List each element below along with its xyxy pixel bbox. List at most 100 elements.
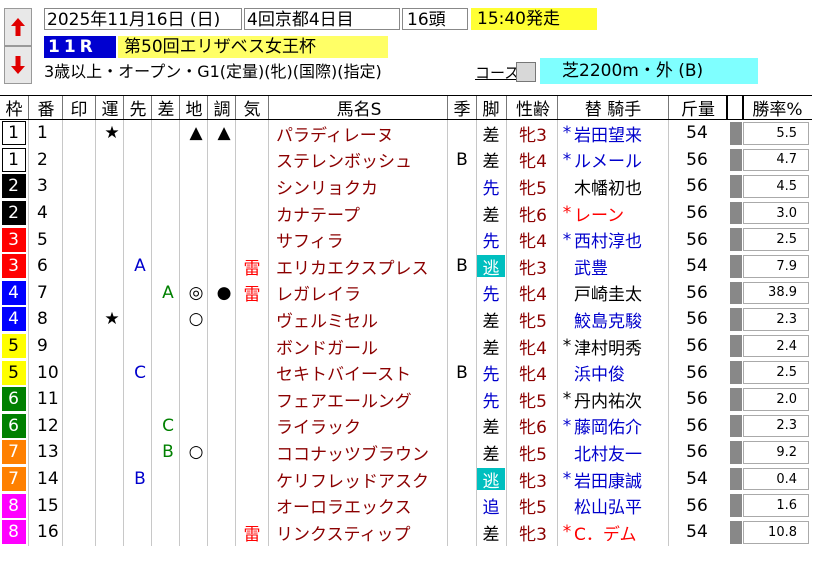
win-rate-bar [730, 201, 742, 225]
table-row[interactable]: 4 8 ★ ○ ヴェルミセル差牝5 鮫島克駿 56 2.3 [0, 306, 812, 333]
column-divider [268, 385, 269, 413]
horse-name[interactable]: パラディレーヌ [270, 120, 470, 147]
table-row[interactable]: 5 9 ボンドガール差牝4 * 津村明秀 56 2.4 [0, 332, 812, 360]
jockey-name[interactable]: 岩田康誠 [574, 467, 642, 492]
jockey-name[interactable]: ルメール [574, 147, 642, 172]
column-divider [207, 96, 208, 119]
column-divider [447, 120, 448, 147]
column-divider [476, 465, 477, 493]
horse-name[interactable]: シンリョクカ [270, 173, 470, 200]
horse-name[interactable]: ケリフレッドアスク [270, 466, 470, 493]
column-divider [179, 120, 180, 147]
jockey-name[interactable]: 鮫島克駿 [574, 307, 642, 332]
horse-name[interactable]: フェアエールング [270, 386, 470, 413]
mark-ki [236, 466, 268, 493]
race-name: 第50回エリザベス女王杯 [118, 36, 388, 58]
column-divider [28, 306, 29, 333]
table-row[interactable]: 4 7 A ◎ ● 雷レガレイラ先牝4 戸崎圭太 56 38.9 [0, 279, 812, 307]
jockey-name[interactable]: 西村淳也 [574, 227, 642, 252]
table-row[interactable]: 8 16 雷リンクスティップ差牝3 * C．デム 54 10.8 [0, 518, 812, 546]
table-row[interactable]: 7 14 B ケリフレッドアスク逃牝3 * 岩田康誠 54 0.4 [0, 465, 812, 493]
horse-name[interactable]: エリカエクスプレス [270, 253, 470, 280]
jockey-name[interactable]: 武豊 [574, 254, 608, 279]
column-divider [668, 465, 669, 493]
column-divider [151, 359, 152, 386]
table-row[interactable]: 7 13 B ○ ココナッツブラウン差牝5 北村友一 56 9.2 [0, 439, 812, 466]
column-divider [268, 439, 269, 466]
entry-table: 枠番印運先差地調気馬名S 季脚性齢替 騎手 斤量 勝率% 1 1 ★ ▲ ▲ パラディレーヌ差牝… [0, 95, 812, 546]
jockey-name[interactable]: 戸崎圭太 [574, 280, 642, 305]
column-divider [95, 146, 96, 174]
jockey-change-mark: * [562, 203, 572, 224]
next-race-button[interactable] [4, 46, 32, 84]
column-divider [28, 492, 29, 519]
table-row[interactable]: 1 1 ★ ▲ ▲ パラディレーヌ差牝3 * 岩田望来 54 5.5 [0, 120, 812, 147]
prev-race-button[interactable] [4, 8, 32, 46]
table-row[interactable]: 3 5 サフィラ先牝4 * 西村淳也 56 2.5 [0, 226, 812, 253]
horse-name[interactable]: ココナッツブラウン [270, 439, 470, 466]
horse-name[interactable]: セキトバイースト [270, 359, 470, 386]
column-divider [123, 385, 124, 413]
table-row[interactable]: 2 4 カナテープ差牝6 * レーン 56 3.0 [0, 199, 812, 227]
horse-number: 1 [37, 123, 48, 144]
table-row[interactable]: 6 11 フェアエールング先牝5 * 丹内祐次 56 2.0 [0, 385, 812, 413]
column-divider [447, 492, 448, 519]
waku-cell: 3 [0, 253, 27, 280]
column-divider [476, 332, 477, 360]
season-mark: B [456, 256, 468, 277]
horse-name[interactable]: カナテープ [270, 200, 470, 227]
jockey-name[interactable]: 北村友一 [574, 440, 642, 465]
sex-age: 牝4 [519, 365, 547, 386]
table-row[interactable]: 5 10 C セキトバイースト B 先牝4 浜中俊 56 2.5 [0, 359, 812, 386]
horse-name[interactable]: リンクスティップ [270, 519, 470, 546]
win-rate: 10.8 [768, 524, 797, 540]
column-header: 枠 [5, 100, 23, 120]
course-map-button[interactable] [516, 62, 536, 82]
column-divider [235, 146, 236, 174]
column-divider [151, 120, 152, 147]
column-divider [557, 492, 558, 519]
jockey-name[interactable]: 浜中俊 [574, 360, 625, 385]
waku-number: 5 [1, 360, 26, 385]
jockey-name[interactable]: 津村明秀 [574, 334, 642, 359]
jockey-name[interactable]: 松山弘平 [574, 493, 642, 518]
column-divider [268, 332, 269, 360]
table-row[interactable]: 8 15 オーロラエックス追牝5 松山弘平 56 1.6 [0, 492, 812, 519]
column-divider [28, 120, 29, 147]
jockey-name[interactable]: 木幡初也 [574, 174, 642, 199]
horse-name[interactable]: ヴェルミセル [270, 306, 470, 333]
column-header: 調 [213, 100, 231, 120]
season-mark: B [456, 149, 468, 170]
jockey-name[interactable]: 岩田望来 [574, 121, 642, 146]
jockey-name[interactable]: 丹内祐次 [574, 387, 642, 412]
horse-name[interactable]: オーロラエックス [270, 492, 470, 519]
horse-name[interactable]: ステレンボッシュ [270, 147, 470, 174]
table-row[interactable]: 1 2 ステレンボッシュ B 差牝4 * ルメール 56 4.7 [0, 146, 812, 174]
column-divider [268, 359, 269, 386]
waku-cell: 6 [0, 413, 27, 440]
horse-name[interactable]: ライラック [270, 413, 470, 440]
win-rate-bar [730, 387, 742, 411]
waku-number: 3 [1, 254, 26, 279]
column-divider [62, 146, 63, 174]
column-divider [207, 120, 208, 147]
column-divider [506, 120, 507, 147]
waku-number: 8 [1, 520, 26, 545]
horse-name[interactable]: レガレイラ [270, 280, 470, 307]
horse-name[interactable]: サフィラ [270, 226, 470, 253]
column-divider [62, 465, 63, 493]
horse-number: 3 [37, 176, 48, 197]
jockey-name[interactable]: 藤岡佑介 [574, 413, 642, 438]
table-row[interactable]: 6 12 C ライラック差牝6 * 藤岡佑介 56 2.3 [0, 412, 812, 440]
jockey-name[interactable]: レーン [574, 201, 624, 226]
weight-carried: 56 [686, 229, 708, 250]
horse-name[interactable]: ボンドガール [270, 333, 470, 360]
table-row[interactable]: 2 3 シンリョクカ先牝5 木幡初也 56 4.5 [0, 173, 812, 200]
jockey-cell: * ルメール [558, 147, 668, 174]
jockey-change-mark: * [562, 123, 572, 144]
table-row[interactable]: 3 6 A 雷エリカエクスプレス B 逃牝3 武豊 54 7.9 [0, 252, 812, 280]
column-divider [123, 412, 124, 440]
waku-number: 7 [1, 440, 26, 465]
running-style: 先 [482, 285, 500, 306]
jockey-name[interactable]: C．デム [574, 520, 637, 545]
